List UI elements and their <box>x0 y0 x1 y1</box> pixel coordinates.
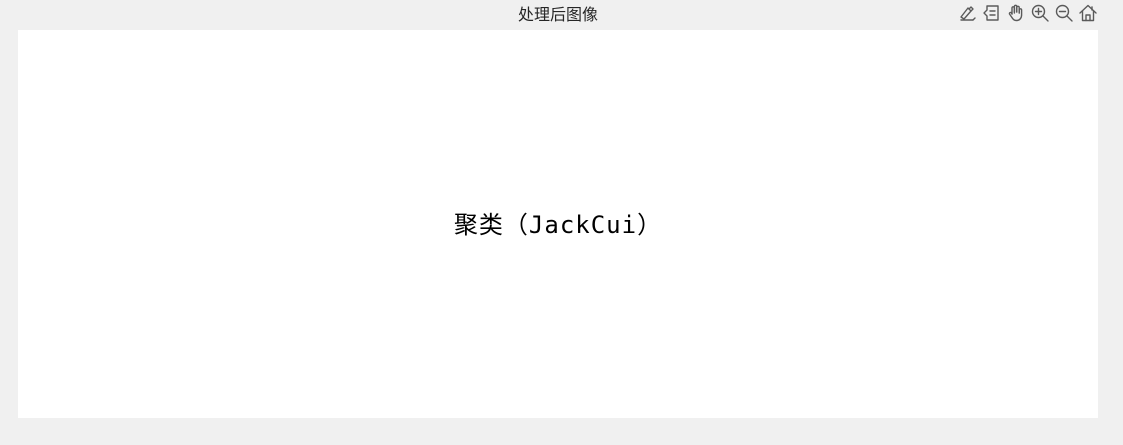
brush-button[interactable] <box>957 4 979 26</box>
brush-icon <box>958 3 978 27</box>
image-axes: 聚类（JackCui） <box>18 30 1098 418</box>
datatip-icon <box>982 3 1002 27</box>
pan-button[interactable] <box>1005 4 1027 26</box>
zoom-in-button[interactable] <box>1029 4 1051 26</box>
axes-toolbar <box>957 4 1099 26</box>
processed-image: 聚类（JackCui） <box>18 30 1098 418</box>
figure-window: 处理后图像 聚类（JackCui） <box>0 0 1123 445</box>
pan-hand-icon <box>1006 3 1026 27</box>
zoom-out-icon <box>1054 3 1074 27</box>
zoom-in-icon <box>1030 3 1050 27</box>
home-button[interactable] <box>1077 4 1099 26</box>
home-icon <box>1078 3 1098 27</box>
zoom-out-button[interactable] <box>1053 4 1075 26</box>
figure-title: 处理后图像 <box>517 5 598 24</box>
datatip-button[interactable] <box>981 4 1003 26</box>
image-text: 聚类（JackCui） <box>453 211 663 239</box>
